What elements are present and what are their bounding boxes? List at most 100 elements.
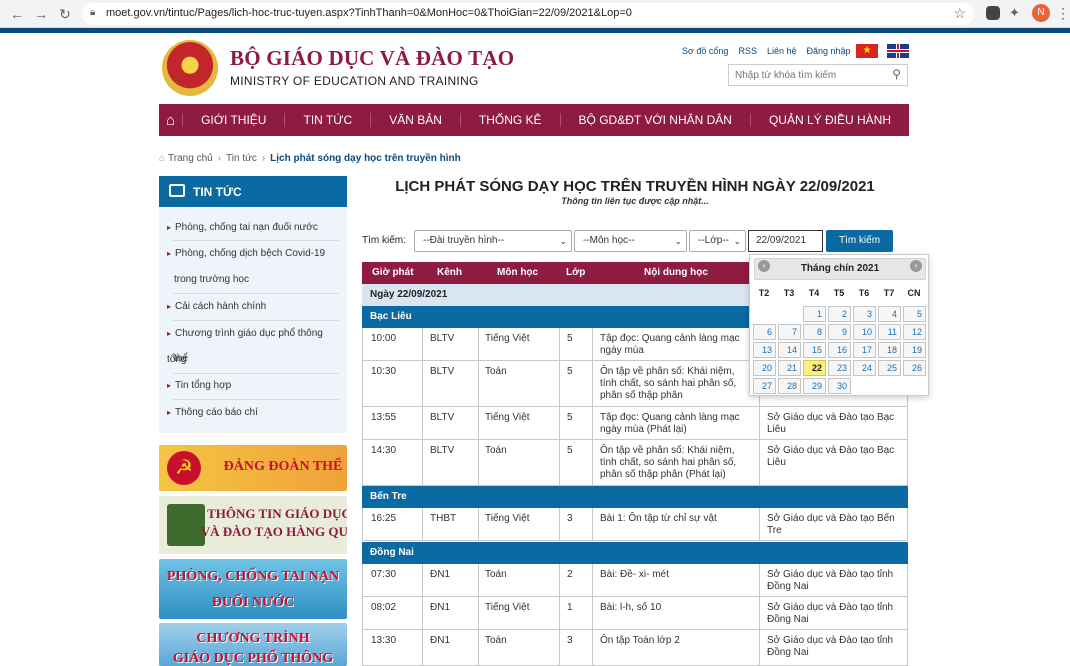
breadcrumb-news[interactable]: Tin tức [226,153,257,164]
header-channel: Kênh [437,267,462,278]
calendar-day[interactable]: 20 [753,360,776,376]
nav-documents[interactable]: VĂN BẢN [370,113,460,127]
vietnamese-flag-icon[interactable]: ★ [856,44,878,58]
calendar-day[interactable]: 14 [778,342,801,358]
calendar-day[interactable]: 9 [828,324,851,340]
calendar-day[interactable]: 7 [778,324,801,340]
header-content: Nội dung học [644,267,708,278]
calendar-day[interactable]: 16 [828,342,851,358]
nav-ministry-public[interactable]: BỘ GD&ĐT VỚI NHÂN DÂN [559,113,750,127]
datepicker-next-icon[interactable]: › [910,260,922,272]
page-title: LỊCH PHÁT SÓNG DẠY HỌC TRÊN TRUYỀN HÌNH … [395,178,875,195]
banner-education-line1: THÔNG TIN GIÁO DỤC [207,506,347,521]
calendar-day[interactable]: 4 [878,306,901,322]
calendar-day[interactable]: 21 [778,360,801,376]
calendar-day[interactable]: 12 [903,324,926,340]
weekday-header: T2 [758,288,770,298]
chevron-down-icon: ⌄ [559,236,567,246]
datepicker-month-label: Tháng chín 2021 [800,263,880,274]
calendar-day[interactable]: 28 [778,378,801,394]
table-row: 13:30 ĐN1 Toán 3 Ôn tập Toán lớp 2 Sở Gi… [362,630,908,666]
calendar-day[interactable]: 6 [753,324,776,340]
nav-statistics[interactable]: THỐNG KÊ [459,113,560,127]
contact-link[interactable]: Liên hệ [767,46,797,56]
banner-party-text: ĐẢNG ĐOÀN THỂ [223,459,343,474]
org-name-vn[interactable]: BỘ GIÁO DỤC VÀ ĐÀO TẠO [230,46,514,71]
sitemap-link[interactable]: Sơ đồ cổng [682,46,728,56]
calendar-day[interactable]: 26 [903,360,926,376]
sidebar-item-drowning[interactable]: ▸ Phòng, chống tai nạn đuối nước [167,215,339,241]
login-link[interactable]: Đăng nhập [806,46,850,56]
site-search-box: ⚲ [728,64,908,86]
address-bar[interactable]: 🔒︎ moet.gov.vn/tintuc/Pages/lich-hoc-tru… [82,3,974,25]
calendar-day[interactable]: 1 [803,306,826,322]
nav-about[interactable]: GIỚI THIỆU [182,113,284,127]
search-button[interactable]: Tìm kiếm [826,230,893,252]
puzzle-icon[interactable]: ✦ [1009,6,1023,20]
calendar-day[interactable]: 13 [753,342,776,358]
profile-avatar[interactable]: N [1032,4,1050,22]
calendar-day[interactable]: 5 [903,306,926,322]
calendar-day[interactable]: 3 [853,306,876,322]
province-row-ben-tre: Bến Tre [362,486,908,508]
calendar-day[interactable]: 25 [878,360,901,376]
banner-education-line2: VÀ ĐÀO TẠO HÀNG QUÝ [200,524,347,539]
reload-icon[interactable]: ↻ [56,5,74,23]
banner-curriculum[interactable]: CHƯƠNG TRÌNH GIÁO DỤC PHỔ THÔNG MỚI [159,623,347,666]
nav-management[interactable]: QUẢN LÝ ĐIỀU HÀNH [749,113,909,127]
calendar-day[interactable]: 19 [903,342,926,358]
sidebar-item-press[interactable]: ▸ Thông cáo báo chí [167,400,339,426]
main-nav: ⌂ GIỚI THIỆU TIN TỨC VĂN BẢN THỐNG KÊ BỘ… [159,104,909,136]
grade-select[interactable]: --Lớp-- ⌄ [689,230,746,252]
weekday-header: T7 [883,288,895,298]
calendar-day[interactable]: 22 [803,360,826,376]
calendar-day[interactable]: 15 [803,342,826,358]
back-icon[interactable]: ← [8,5,26,23]
table-row: 08:02 ĐN1 Tiếng Việt 1 Bài: l-h, số 10 S… [362,597,908,630]
bookmark-star-icon[interactable]: ☆ [953,5,966,22]
calendar-day[interactable]: 27 [753,378,776,394]
nav-news[interactable]: TIN TỨC [284,113,370,127]
sidebar-item-general[interactable]: ▸ Tin tổng hợp [167,373,339,399]
banner-party[interactable]: ☭ ĐẢNG ĐOÀN THỂ [159,445,347,491]
station-select[interactable]: --Đài truyền hình-- ⌄ [414,230,572,252]
calendar-day[interactable]: 2 [828,306,851,322]
sidebar-item-covid[interactable]: ▸ Phòng, chống dịch bệch Covid-19 [167,241,339,267]
header-grade: Lớp [566,267,586,278]
lock-icon: 🔒︎ [90,7,96,18]
calendar-day[interactable]: 17 [853,342,876,358]
table-row: 07:30 ĐN1 Toán 2 Bài: Đề- xi- mét Sở Giá… [362,564,908,597]
site-search-input[interactable] [735,68,885,82]
header-time: Giờ phát [372,267,414,278]
province-row-dong-nai: Đồng Nai [362,542,908,564]
date-input[interactable]: 22/09/2021 [748,230,823,252]
english-flag-icon[interactable] [887,44,909,58]
breadcrumb-home[interactable]: Trang chủ [168,153,213,164]
banner-curriculum-line2: GIÁO DỤC PHỔ THÔNG MỚI [172,651,334,666]
calendar-day[interactable]: 29 [803,378,826,394]
calendar-day[interactable]: 10 [853,324,876,340]
search-icon[interactable]: ⚲ [892,67,901,81]
rss-link[interactable]: RSS [738,46,757,56]
sidebar-item-admin-reform[interactable]: ▸ Cải cách hành chính [167,294,339,320]
url-text: moet.gov.vn/tintuc/Pages/lich-hoc-truc-t… [106,7,632,19]
banner-drowning[interactable]: PHÒNG, CHỐNG TAI NẠN ĐUỐI NƯỚC [159,559,347,619]
calendar-day[interactable]: 18 [878,342,901,358]
calendar-day[interactable]: 24 [853,360,876,376]
calendar-day[interactable]: 8 [803,324,826,340]
breadcrumb: ⌂ Trang chủ › Tin tức › Lịch phát sóng dạy họ… [159,153,461,164]
datepicker-prev-icon[interactable]: ‹ [758,260,770,272]
calendar-day[interactable]: 23 [828,360,851,376]
sidebar-item-curriculum-cont[interactable]: thể [174,346,346,372]
sidebar-title: TIN TỨC [193,185,242,199]
banner-education-info[interactable]: THÔNG TIN GIÁO DỤC VÀ ĐÀO TẠO HÀNG QUÝ [159,496,347,554]
sidebar-item-covid-cont[interactable]: trong trường học [174,267,346,293]
forward-icon[interactable]: → [32,5,50,23]
calendar-day[interactable]: 11 [878,324,901,340]
national-emblem-logo[interactable]: ★ [162,40,218,96]
subject-select[interactable]: --Môn học-- ⌄ [574,230,687,252]
browser-menu-icon[interactable]: ⋮ [1056,5,1070,22]
extension-icon[interactable] [986,6,1000,20]
calendar-day[interactable]: 30 [828,378,851,394]
home-icon[interactable]: ⌂ [159,112,182,129]
